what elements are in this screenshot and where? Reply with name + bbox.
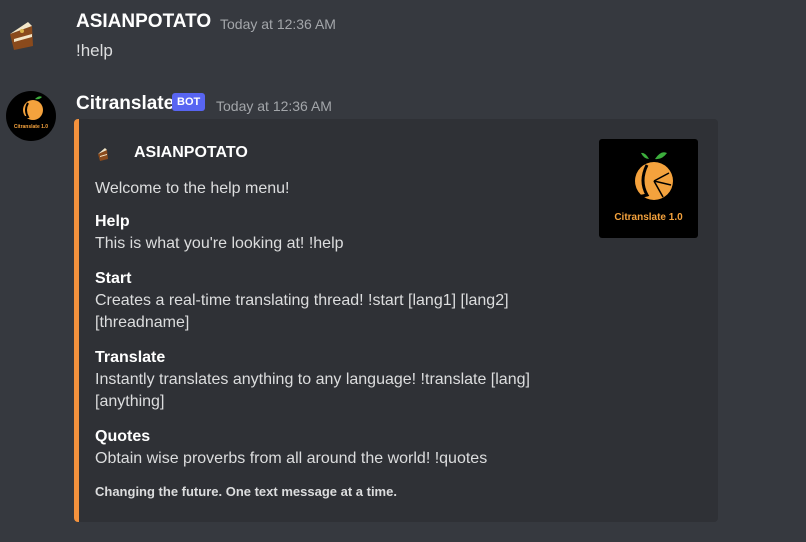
field-name: Quotes (95, 428, 151, 445)
field-name: Translate (95, 349, 166, 366)
field-name: Start (95, 270, 132, 287)
message-author[interactable]: Citranslate (76, 93, 174, 115)
embed-author[interactable]: ASIANPOTATO (134, 144, 248, 162)
help-embed: ASIANPOTATO Welcome to the help menu! He… (74, 119, 718, 522)
field-value: Obtain wise proverbs from all around the… (95, 450, 488, 467)
embed-footer: Changing the future. One text message at… (95, 484, 397, 499)
embed-field-quotes: Quotes Obtain wise proverbs from all aro… (95, 426, 565, 470)
embed-description: Welcome to the help menu! (95, 180, 290, 197)
citranslate-orange-logo (19, 96, 43, 120)
message-timestamp: Today at 12:36 AM (220, 16, 336, 32)
potato-cake-icon (10, 22, 33, 50)
field-value: Instantly translates anything to any lan… (95, 371, 530, 410)
avatar-label: Citranslate 1.0 (13, 124, 49, 130)
citranslate-orange-logo (625, 152, 673, 200)
bot-badge: BOT (172, 93, 206, 111)
embed-field-help: Help This is what you're looking at! !he… (95, 211, 565, 255)
thumbnail-label: Citranslate 1.0 (614, 212, 683, 223)
potato-cake-icon (97, 145, 115, 163)
embed-thumbnail[interactable]: Citranslate 1.0 (599, 139, 698, 238)
field-name: Help (95, 213, 130, 230)
message-content: !help (76, 41, 113, 60)
avatar[interactable]: Citranslate 1.0 (6, 91, 56, 141)
embed-field-start: Start Creates a real-time translating th… (95, 268, 565, 334)
embed-field-translate: Translate Instantly translates anything … (95, 347, 565, 413)
avatar[interactable] (6, 10, 56, 60)
message-author[interactable]: ASIANPOTATO (76, 11, 211, 33)
field-value: This is what you're looking at! !help (95, 235, 344, 252)
message-timestamp: Today at 12:36 AM (216, 98, 332, 114)
field-value: Creates a real-time translating thread! … (95, 292, 509, 331)
